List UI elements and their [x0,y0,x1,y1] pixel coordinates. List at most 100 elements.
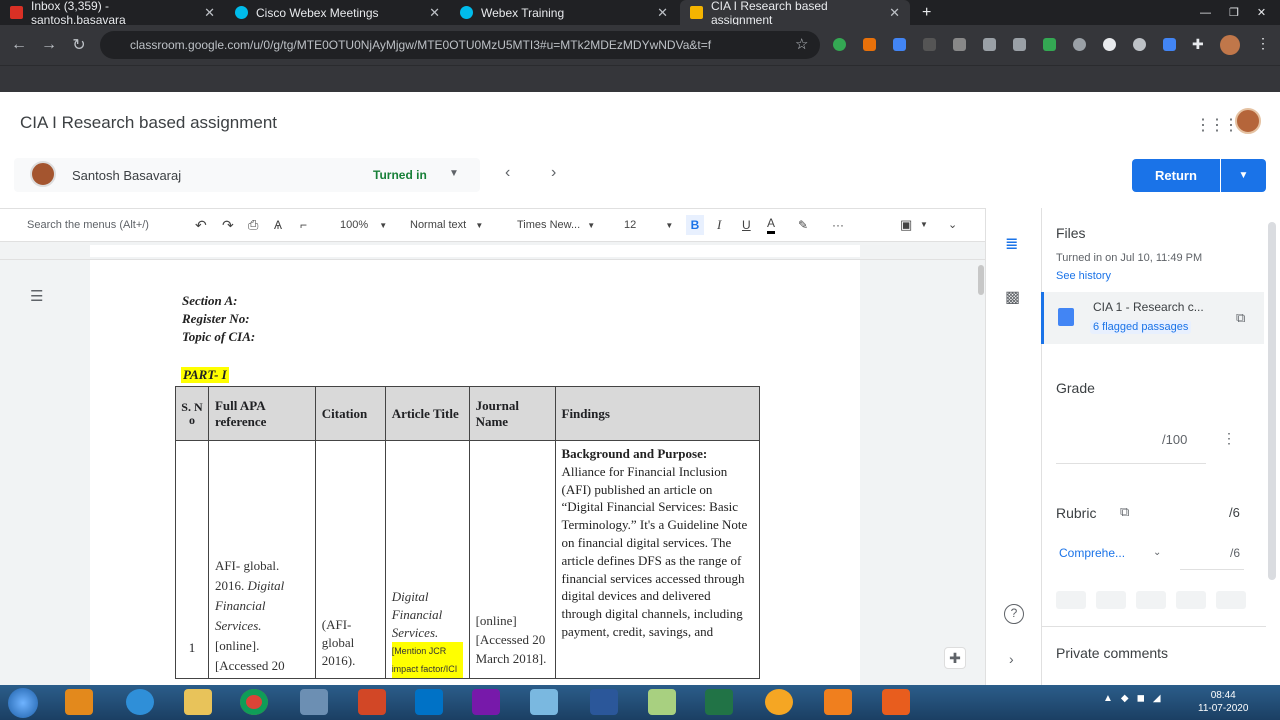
app-icon[interactable] [882,689,910,715]
apps-grid-icon[interactable]: ⋮⋮⋮ [1195,115,1239,135]
document-outline-icon[interactable]: ☰ [30,287,43,305]
extension-icon[interactable] [863,38,876,51]
bookmark-star-icon[interactable]: ☆ [795,35,808,53]
extension-icon[interactable] [833,38,846,51]
excel-icon[interactable] [705,689,733,715]
spellcheck-icon[interactable]: Ѧ [274,215,282,235]
undo-icon[interactable]: ↶ [195,215,207,235]
extension-icon[interactable] [1013,38,1026,51]
menu-search-input[interactable]: Search the menus (Alt+/) [20,215,180,235]
text-color-button[interactable]: A [767,215,776,234]
chevron-down-icon[interactable]: ⌄ [1153,547,1161,558]
window-controls[interactable]: — ❐ ✕ [1190,0,1280,25]
internet-explorer-icon[interactable] [126,689,154,715]
tab-webex-meetings[interactable]: Cisco Webex Meetings ✕ [225,0,450,25]
extension-icon[interactable] [1073,38,1086,51]
close-icon[interactable]: ✕ [657,5,668,21]
collapse-toolbar-icon[interactable]: ⌄ [948,215,957,235]
close-icon[interactable]: ✕ [204,5,215,21]
media-player-icon[interactable] [65,689,93,715]
forward-icon[interactable]: → [34,36,64,54]
submission-status: Turned in [373,168,427,182]
close-icon[interactable]: ✕ [889,5,900,21]
highlight-pen-icon[interactable]: ✎ [798,215,808,235]
extension-icon[interactable] [893,38,906,51]
extension-icon[interactable] [983,38,996,51]
journal-cell: [online] [Accessed 20 March 2018]. [468,440,556,679]
private-comments-heading[interactable]: Private comments [1056,645,1168,661]
word-icon[interactable] [590,689,618,715]
extension-icon[interactable] [953,38,966,51]
flagged-passages-link[interactable]: 6 flagged passages [1090,320,1192,334]
new-tab-button[interactable]: + [912,0,942,25]
maximize-icon[interactable]: ❐ [1229,6,1239,19]
reload-icon[interactable]: ↻ [64,35,94,55]
chevron-down-icon[interactable]: ▼ [449,168,459,179]
side-panel-scrollbar[interactable] [1268,222,1276,580]
chevron-down-icon[interactable]: ▼ [920,215,928,235]
extension-icon[interactable] [923,38,936,51]
comments-panel-icon[interactable]: ▩ [1005,287,1020,307]
more-tools-button[interactable]: ··· [832,215,844,235]
extension-icon[interactable] [1043,38,1056,51]
minimize-icon[interactable]: — [1200,7,1211,19]
insert-image-icon[interactable]: ▣ [900,215,912,235]
system-clock[interactable]: 08:44 11-07-2020 [1198,689,1248,715]
document-scrollbar[interactable] [978,265,984,295]
outlook-icon[interactable] [415,689,443,715]
system-tray-icons[interactable]: ▲◆◼◢ [1103,693,1169,704]
powerpoint-icon[interactable] [358,689,386,715]
font-select[interactable]: Times New... ▼ [517,215,595,236]
next-student-icon[interactable]: › [551,164,556,182]
start-button[interactable] [8,688,38,718]
tab-gmail[interactable]: Inbox (3,359) - santosh.basavara ✕ [0,0,225,27]
italic-button[interactable]: I [717,215,721,235]
rubric-criterion[interactable]: Comprehe... [1059,546,1125,560]
redo-icon[interactable]: ↷ [222,215,234,235]
return-options-dropdown[interactable]: ▼ [1221,159,1266,192]
return-button[interactable]: Return [1132,159,1220,192]
tab-classroom[interactable]: CIA I Research based assignment ✕ [680,0,910,27]
url-input[interactable]: classroom.google.com/u/0/g/tg/MTE0OTU0Nj… [100,31,820,59]
app-icon[interactable] [648,689,676,715]
close-window-icon[interactable]: ✕ [1257,6,1266,19]
style-select[interactable]: Normal text ▼ [410,215,483,236]
open-rubric-icon[interactable]: ⧉ [1120,504,1129,520]
add-comment-icon[interactable]: ✚ [944,647,966,669]
paint-format-icon[interactable]: ⌐ [300,215,307,235]
app-icon[interactable] [765,689,793,715]
file-explorer-icon[interactable] [184,689,212,715]
grade-more-icon[interactable]: ⋮ [1222,430,1236,447]
app-icon[interactable] [300,689,328,715]
open-in-new-icon[interactable]: ⧉ [1236,310,1245,326]
previous-student-icon[interactable]: ‹ [505,164,510,182]
account-avatar[interactable] [1235,108,1261,134]
help-icon[interactable]: ? [1004,604,1024,624]
onenote-icon[interactable] [472,689,500,715]
rubric-heading: Rubric [1056,505,1097,521]
criterion-score-input[interactable]: /6 [1180,536,1244,570]
extension-icon[interactable] [1133,38,1146,51]
app-icon[interactable] [824,689,852,715]
extension-icon[interactable] [1163,38,1176,51]
zoom-select[interactable]: 100% ▼ [340,215,387,236]
extension-icon[interactable] [1103,38,1116,51]
chrome-icon[interactable] [240,689,268,715]
print-icon[interactable]: ⎙ [248,215,258,235]
app-icon[interactable] [530,689,558,715]
table-header: Journal Name [468,386,556,441]
underline-button[interactable]: U [742,215,751,235]
close-icon[interactable]: ✕ [429,5,440,21]
profile-avatar[interactable] [1220,35,1240,55]
bold-button[interactable]: B [686,215,704,235]
details-panel-icon[interactable]: ≣ [1005,234,1018,254]
ruler-scale[interactable] [90,245,860,257]
chevron-right-icon[interactable]: › [1009,651,1014,667]
see-history-link[interactable]: See history [1056,270,1111,282]
chrome-menu-icon[interactable]: ⋮ [1256,35,1270,52]
tab-webex-training[interactable]: Webex Training ✕ [450,0,678,25]
student-avatar [30,161,56,187]
back-icon[interactable]: ← [4,36,34,54]
extensions-puzzle-icon[interactable]: ✚ [1192,36,1204,53]
font-size-select[interactable]: 12 ▼ [624,215,673,236]
